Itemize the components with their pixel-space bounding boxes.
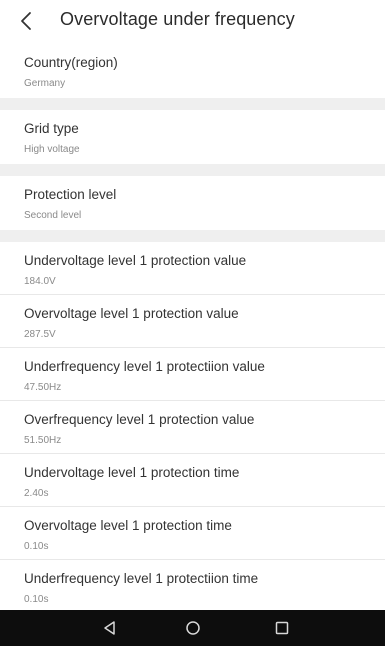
back-button[interactable] xyxy=(10,4,42,38)
list-item-overvoltage-value[interactable]: Overvoltage level 1 protection value 287… xyxy=(0,295,385,348)
section-divider xyxy=(0,230,385,242)
page-title: Overvoltage under frequency xyxy=(60,9,295,29)
item-label: Undervoltage level 1 protection value xyxy=(24,253,247,268)
item-value: High voltage xyxy=(24,144,80,155)
nav-home-button[interactable] xyxy=(169,610,217,646)
screen: Overvoltage under frequency Country(regi… xyxy=(0,0,385,646)
list-item-underfrequency-time[interactable]: Underfrequency level 1 protectiion time … xyxy=(0,560,385,613)
item-value: 51.50Hz xyxy=(24,435,62,446)
item-value: 2.40s xyxy=(24,488,49,499)
item-value: 47.50Hz xyxy=(24,382,62,393)
item-value: 0.10s xyxy=(24,594,49,605)
list-item-grid-type[interactable]: Grid type High voltage xyxy=(0,110,385,164)
nav-back-button[interactable] xyxy=(86,610,134,646)
item-label: Underfrequency level 1 protectiion value xyxy=(24,359,265,374)
list-item-underfrequency-value[interactable]: Underfrequency level 1 protectiion value… xyxy=(0,348,385,401)
item-label: Protection level xyxy=(24,187,117,202)
section-divider xyxy=(0,98,385,110)
item-value: 287.5V xyxy=(24,329,56,340)
list-item-country[interactable]: Country(region) Germany xyxy=(0,44,385,98)
list-item-undervoltage-time[interactable]: Undervoltage level 1 protection time 2.4… xyxy=(0,454,385,507)
nav-recents-button[interactable] xyxy=(258,610,306,646)
back-triangle-icon xyxy=(104,621,115,635)
settings-list: Country(region) Germany Grid type High v… xyxy=(0,44,385,613)
list-item-undervoltage-value[interactable]: Undervoltage level 1 protection value 18… xyxy=(0,242,385,295)
list-item-protection-level[interactable]: Protection level Second level xyxy=(0,176,385,230)
header: Overvoltage under frequency xyxy=(0,0,385,44)
item-value: 0.10s xyxy=(24,541,49,552)
item-label: Undervoltage level 1 protection time xyxy=(24,465,240,480)
system-navigation-bar xyxy=(0,610,385,646)
list-item-overfrequency-value[interactable]: Overfrequency level 1 protection value 5… xyxy=(0,401,385,454)
list-item-overvoltage-time[interactable]: Overvoltage level 1 protection time 0.10… xyxy=(0,507,385,560)
item-label: Overfrequency level 1 protection value xyxy=(24,412,255,427)
item-label: Country(region) xyxy=(24,55,118,70)
item-label: Overvoltage level 1 protection time xyxy=(24,518,232,533)
home-circle-icon xyxy=(186,621,200,635)
item-value: Germany xyxy=(24,78,66,89)
recents-square-icon xyxy=(275,621,289,635)
item-label: Grid type xyxy=(24,121,79,136)
item-value: 184.0V xyxy=(24,276,56,287)
chevron-left-icon xyxy=(21,12,31,30)
item-label: Overvoltage level 1 protection value xyxy=(24,306,239,321)
section-divider xyxy=(0,164,385,176)
item-value: Second level xyxy=(24,210,82,221)
item-label: Underfrequency level 1 protectiion time xyxy=(24,571,259,586)
